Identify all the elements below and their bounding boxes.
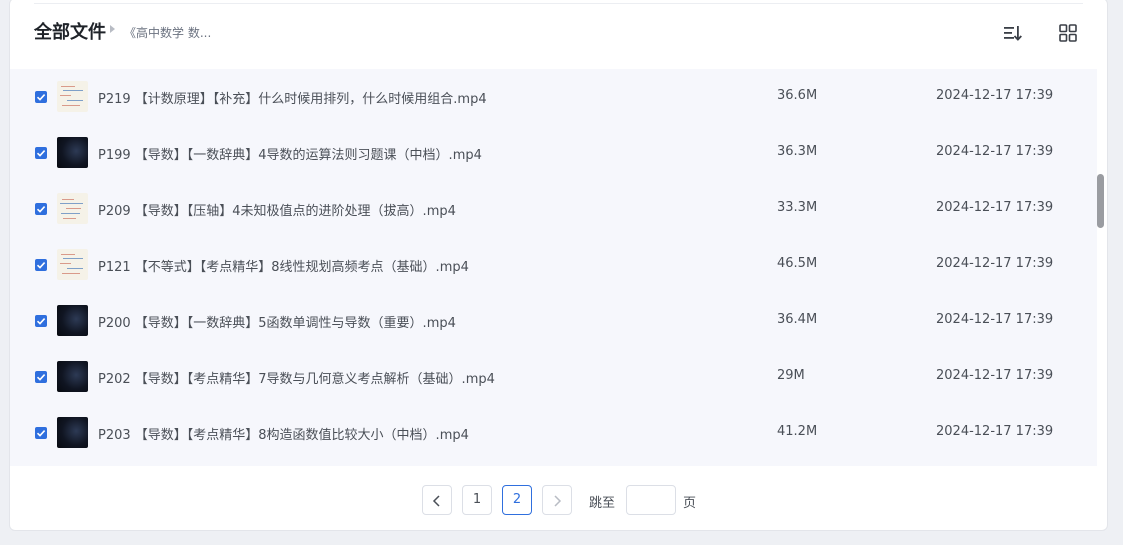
file-date: 2024-12-17 17:39 [936,424,1054,439]
jump-label: 跳至 [589,496,616,511]
file-row[interactable]: P199 【导数】【一数辞典】4导数的运算法则习题课（中档）.mp4 36.3M 2… [10,125,1097,181]
scrollbar[interactable] [1095,69,1107,466]
file-name[interactable]: P219 【计数原理】【补充】什么时候用排列，什么时候用组合.mp4 [98,88,487,107]
file-thumbnail [57,249,88,280]
check-icon [36,318,46,325]
file-name[interactable]: P200 【导数】【一数辞典】5函数单调性与导数（重要）.mp4 [98,312,456,331]
file-name[interactable]: P209 【导数】【压轴】4未知极值点的进阶处理（拔高）.mp4 [98,200,456,219]
chevron-right-icon [554,495,562,507]
file-thumbnail [57,361,88,392]
row-checkbox[interactable] [35,203,47,215]
file-name[interactable]: P199 【导数】【一数辞典】4导数的运算法则习题课（中档）.mp4 [98,144,482,163]
file-name[interactable]: P203 【导数】【考点精华】8构造函数值比较大小（中档）.mp4 [98,424,469,443]
caret-right-icon [110,25,115,33]
file-thumbnail [57,81,88,112]
file-name[interactable]: P121 【不等式】【考点精华】8线性规划高频考点（基础）.mp4 [98,256,469,275]
grid-view-icon[interactable] [1057,22,1079,44]
breadcrumb[interactable]: 《高中数学 数... [124,24,211,41]
file-thumbnail [57,137,88,168]
file-row[interactable]: P121 【不等式】【考点精华】8线性规划高频考点（基础）.mp4 46.5M 20… [10,237,1097,293]
check-icon [36,206,46,213]
file-date: 2024-12-17 17:39 [936,256,1054,271]
row-checkbox[interactable] [35,427,47,439]
row-checkbox[interactable] [35,371,47,383]
page-button-2[interactable]: 2 [502,485,532,515]
chevron-left-icon [432,495,440,507]
file-date: 2024-12-17 17:39 [936,88,1054,103]
page-unit-label: 页 [683,496,697,511]
file-size: 36.6M [777,88,818,103]
sort-icon[interactable] [1001,22,1023,44]
file-thumbnail [57,305,88,336]
file-date: 2024-12-17 17:39 [936,368,1054,383]
file-size: 29M [777,368,805,383]
check-icon [36,94,46,101]
file-size: 36.3M [777,144,818,159]
row-checkbox[interactable] [35,147,47,159]
check-icon [36,262,46,269]
file-row[interactable]: P200 【导数】【一数辞典】5函数单调性与导数（重要）.mp4 36.4M 202… [10,293,1097,349]
check-icon [36,430,46,437]
scrollbar-thumb[interactable] [1097,174,1104,228]
file-size: 46.5M [777,256,818,271]
row-checkbox[interactable] [35,315,47,327]
file-size: 33.3M [777,200,818,215]
file-date: 2024-12-17 17:39 [936,200,1054,215]
file-row[interactable]: P203 【导数】【考点精华】8构造函数值比较大小（中档）.mp4 41.2M 20… [10,405,1097,461]
file-thumbnail [57,417,88,448]
check-icon [36,150,46,157]
file-row[interactable]: P209 【导数】【压轴】4未知极值点的进阶处理（拔高）.mp4 33.3M 202… [10,181,1097,237]
file-list: P219 【计数原理】【补充】什么时候用排列，什么时候用组合.mp4 36.6M 2… [10,69,1097,466]
file-name[interactable]: P202 【导数】【考点精华】7导数与几何意义考点解析（基础）.mp4 [98,368,495,387]
check-icon [36,374,46,381]
row-checkbox[interactable] [35,91,47,103]
file-row[interactable]: P219 【计数原理】【补充】什么时候用排列，什么时候用组合.mp4 36.6M 2… [10,69,1097,125]
jump-page-input[interactable] [626,485,676,515]
file-row[interactable]: P202 【导数】【考点精华】7导数与几何意义考点解析（基础）.mp4 29M 20… [10,349,1097,405]
page-title: 全部文件 [34,22,106,43]
row-checkbox[interactable] [35,259,47,271]
panel-header: 全部文件 《高中数学 数... [10,4,1107,68]
file-date: 2024-12-17 17:39 [936,144,1054,159]
prev-page-button[interactable] [422,485,452,515]
file-panel: 全部文件 《高中数学 数... P219 【计数原理】【补充】什么时候用排列，什… [9,0,1108,531]
file-date: 2024-12-17 17:39 [936,312,1054,327]
pagination: 1 2 跳至 页 [10,485,1107,517]
next-page-button[interactable] [542,485,572,515]
file-size: 41.2M [777,424,818,439]
page-button-1[interactable]: 1 [462,485,492,515]
file-thumbnail [57,193,88,224]
file-size: 36.4M [777,312,818,327]
